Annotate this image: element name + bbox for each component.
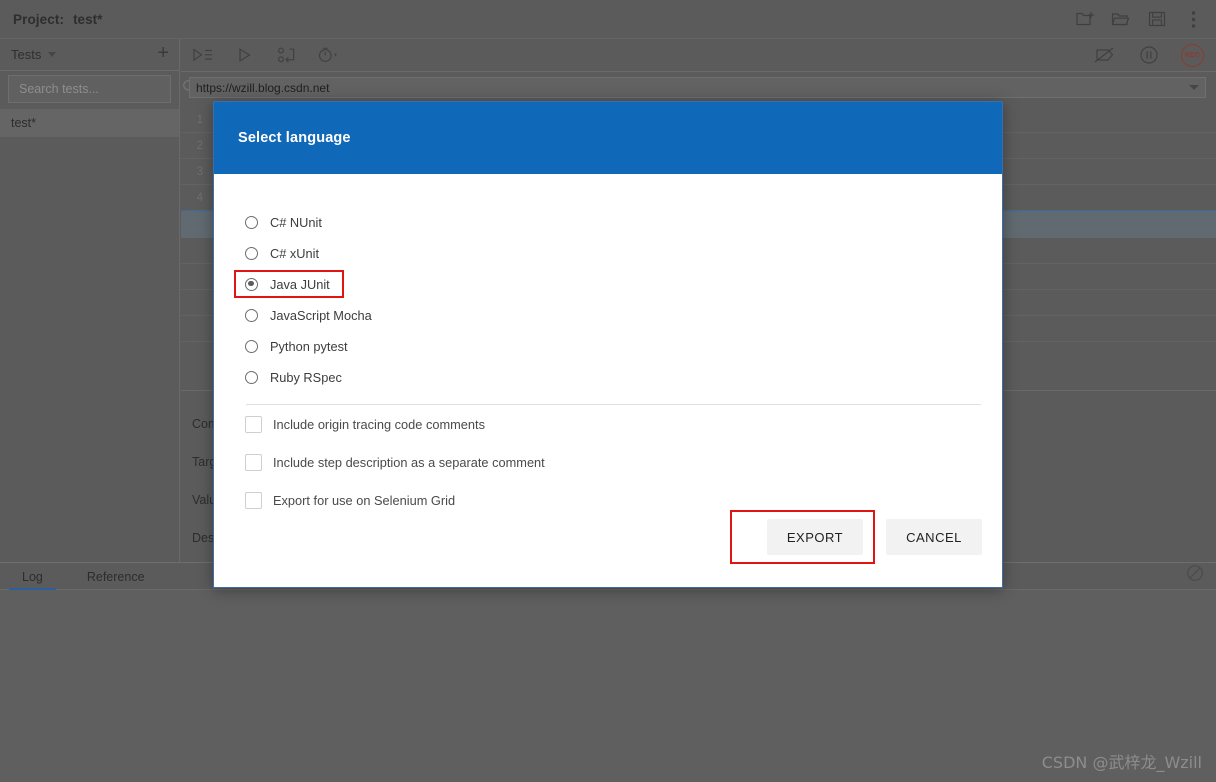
radio-option-java-junit[interactable]: Java JUnit	[234, 270, 344, 298]
radio-option-python-pytest[interactable]: Python pytest	[234, 331, 982, 362]
radio-icon[interactable]	[245, 371, 258, 384]
checkbox-origin-tracing[interactable]: Include origin tracing code comments	[234, 405, 982, 443]
radio-icon-selected[interactable]	[245, 278, 258, 291]
radio-icon[interactable]	[245, 216, 258, 229]
checkbox-icon[interactable]	[245, 454, 262, 471]
dialog-body: C# NUnit C# xUnit Java JUnit JavaScript …	[214, 174, 1002, 587]
radio-option-javascript-mocha[interactable]: JavaScript Mocha	[234, 300, 982, 331]
radio-label: Java JUnit	[270, 277, 330, 292]
radio-label: C# xUnit	[270, 246, 319, 261]
dialog-header: Select language	[214, 102, 1002, 174]
checkbox-icon[interactable]	[245, 416, 262, 433]
checkbox-step-description[interactable]: Include step description as a separate c…	[234, 443, 982, 481]
export-button[interactable]: EXPORT	[767, 519, 863, 555]
language-radio-group: C# NUnit C# xUnit Java JUnit JavaScript …	[234, 207, 982, 393]
dialog-title: Select language	[238, 130, 351, 146]
radio-label: Ruby RSpec	[270, 370, 342, 385]
checkbox-label: Export for use on Selenium Grid	[273, 493, 455, 508]
radio-label: Python pytest	[270, 339, 348, 354]
radio-option-ruby-rspec[interactable]: Ruby RSpec	[234, 362, 982, 393]
radio-icon[interactable]	[245, 247, 258, 260]
cancel-button[interactable]: CANCEL	[886, 519, 982, 555]
select-language-dialog: Select language C# NUnit C# xUnit Java J…	[213, 101, 1003, 588]
export-button-highlight: EXPORT	[730, 510, 875, 564]
checkbox-label: Include step description as a separate c…	[273, 455, 545, 470]
checkbox-icon[interactable]	[245, 492, 262, 509]
radio-label: JavaScript Mocha	[270, 308, 372, 323]
dialog-footer: EXPORT CANCEL	[730, 510, 982, 564]
radio-label: C# NUnit	[270, 215, 322, 230]
radio-option-csharp-xunit[interactable]: C# xUnit	[234, 238, 982, 269]
radio-option-csharp-nunit[interactable]: C# NUnit	[234, 207, 982, 238]
checkbox-label: Include origin tracing code comments	[273, 417, 485, 432]
export-options-group: Include origin tracing code comments Inc…	[234, 405, 982, 519]
radio-icon[interactable]	[245, 340, 258, 353]
radio-icon[interactable]	[245, 309, 258, 322]
